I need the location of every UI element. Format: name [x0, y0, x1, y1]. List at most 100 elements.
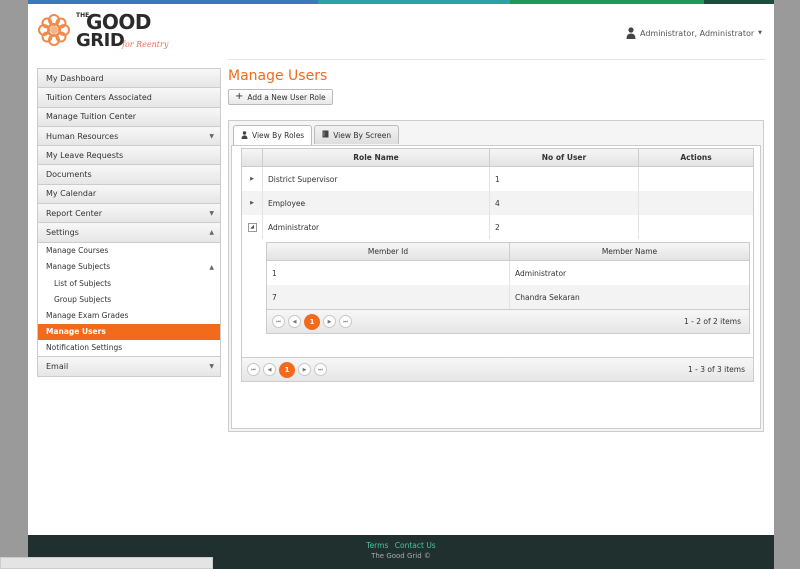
member-id-cell: 1 — [272, 268, 277, 278]
caret-up-icon: ▲ — [209, 263, 214, 271]
terms-link[interactable]: Terms — [366, 541, 388, 550]
header-divider — [228, 59, 766, 60]
sidebar-item-label: Tuition Centers Associated — [46, 92, 152, 102]
user-icon — [626, 27, 636, 39]
sidebar-item-label: My Leave Requests — [46, 150, 124, 160]
column-header-member-name[interactable]: Member Name — [509, 243, 749, 260]
column-header-no-of-user[interactable]: No of User — [489, 149, 638, 166]
user-count-cell: 4 — [489, 191, 638, 215]
pager-info: 1 - 3 of 3 items — [687, 365, 745, 374]
table-row[interactable]: ▶ District Supervisor 1 — [242, 167, 753, 191]
sidebar-item-label: Manage Courses — [46, 246, 109, 256]
actions-cell — [638, 167, 753, 191]
sidebar-item-label: Manage Users — [46, 327, 106, 337]
sidebar-item-label: My Dashboard — [46, 73, 104, 83]
sidebar-item-label: Documents — [46, 170, 92, 180]
sidebar-item-label: List of Subjects — [54, 278, 112, 288]
user-count-cell: 2 — [489, 215, 638, 239]
members-grid-header: Member Id Member Name — [267, 243, 749, 261]
actions-cell — [638, 191, 753, 215]
next-page-icon[interactable]: ▶ — [298, 363, 311, 376]
current-page-button[interactable]: 1 — [279, 361, 295, 378]
sidebar-item-notification-settings[interactable]: Notification Settings — [38, 340, 220, 356]
caret-down-icon: ▼ — [209, 210, 214, 218]
sidebar-item-leave-requests[interactable]: My Leave Requests — [38, 146, 220, 166]
plus-icon: + — [235, 91, 244, 102]
column-header-actions: Actions — [638, 149, 753, 166]
flower-logo-icon — [38, 14, 70, 46]
column-header-member-id[interactable]: Member Id — [267, 243, 509, 260]
members-grid: Member Id Member Name 1 Administrator 7 … — [266, 242, 750, 334]
caret-down-icon: ▼ — [209, 362, 214, 370]
prev-page-icon[interactable]: ◀ — [288, 315, 301, 328]
sidebar-item-label: Settings — [46, 228, 79, 238]
table-row[interactable]: 1 Administrator — [267, 261, 749, 285]
header: THE GOOD GRID for Reentry Administrator,… — [28, 4, 774, 60]
last-page-icon[interactable]: ⏭ — [339, 315, 352, 328]
page-title: Manage Users — [228, 68, 328, 84]
member-name-cell: Chandra Sekaran — [509, 285, 749, 309]
sidebar-item-documents[interactable]: Documents — [38, 165, 220, 185]
sidebar-item-list-of-subjects[interactable]: List of Subjects — [38, 275, 220, 291]
first-page-icon[interactable]: ⏮ — [247, 363, 260, 376]
next-page-icon[interactable]: ▶ — [323, 315, 336, 328]
sidebar-item-label: Manage Subjects — [46, 262, 111, 272]
logo-subtitle: for Reentry — [122, 40, 169, 49]
member-name-cell: Administrator — [509, 261, 749, 285]
sidebar-item-tuition-centers-associated[interactable]: Tuition Centers Associated — [38, 88, 220, 108]
roles-pager: ⏮ ◀ 1 ▶ ⏭ 1 - 3 of 3 items — [242, 357, 753, 381]
sidebar-item-label: Manage Exam Grades — [46, 311, 129, 321]
sidebar-item-report-center[interactable]: Report Center ▼ — [38, 204, 220, 224]
logo-the: THE — [76, 12, 90, 19]
settings-submenu: Manage Courses Manage Subjects ▲ List of … — [38, 242, 220, 357]
add-user-role-label: Add a New User Role — [247, 92, 326, 102]
sidebar-item-manage-courses[interactable]: Manage Courses — [38, 243, 220, 259]
logo-grid: GRID — [76, 30, 125, 51]
last-page-icon[interactable]: ⏭ — [314, 363, 327, 376]
table-row[interactable]: 7 Chandra Sekaran — [267, 285, 749, 309]
contact-us-link[interactable]: Contact Us — [395, 541, 436, 550]
sidebar-item-email[interactable]: Email ▼ — [38, 356, 220, 377]
expand-row-icon[interactable]: ▶ — [242, 167, 262, 191]
expand-row-icon[interactable]: ▶ — [242, 191, 262, 215]
expander-column-header — [242, 149, 262, 166]
sidebar-item-label: Email — [46, 362, 69, 372]
first-page-icon[interactable]: ⏮ — [272, 315, 285, 328]
tab-strip: View By Roles View By Screen — [233, 125, 400, 145]
actions-cell — [638, 215, 753, 239]
caret-up-icon: ▲ — [209, 229, 214, 237]
members-pager: ⏮ ◀ 1 ▶ ⏭ 1 - 2 of 2 items — [267, 309, 749, 333]
sidebar-item-label: Group Subjects — [54, 294, 112, 304]
sidebar-item-label: Notification Settings — [46, 343, 123, 353]
app-page: THE GOOD GRID for Reentry Administrator,… — [28, 0, 774, 569]
user-menu[interactable]: Administrator, Administrator ▼ — [626, 27, 762, 39]
sidebar-item-manage-subjects[interactable]: Manage Subjects ▲ — [38, 259, 220, 275]
sidebar-item-dashboard[interactable]: My Dashboard — [38, 69, 220, 89]
sidebar-item-manage-tuition-center[interactable]: Manage Tuition Center — [38, 107, 220, 127]
tab-label: View By Roles — [252, 131, 305, 140]
tab-label: View By Screen — [333, 130, 392, 140]
table-row[interactable]: ▶ Employee 4 — [242, 191, 753, 215]
logo[interactable]: THE GOOD GRID for Reentry — [36, 10, 176, 54]
sidebar-item-label: My Calendar — [46, 189, 97, 199]
sidebar: My Dashboard Tuition Centers Associated … — [37, 68, 221, 378]
tab-view-by-roles[interactable]: View By Roles — [233, 125, 313, 145]
current-page-button[interactable]: 1 — [304, 313, 320, 330]
sidebar-item-manage-exam-grades[interactable]: Manage Exam Grades — [38, 307, 220, 323]
add-user-role-button[interactable]: + Add a New User Role — [228, 89, 333, 105]
grid-header: Role Name No of User Actions — [242, 149, 753, 167]
sidebar-item-label: Manage Tuition Center — [46, 112, 137, 122]
collapse-row-icon[interactable]: ◢ — [242, 215, 262, 239]
tab-content: Role Name No of User Actions ▶ District … — [231, 145, 761, 429]
table-row[interactable]: ◢ Administrator 2 — [242, 215, 753, 239]
sidebar-item-settings[interactable]: Settings ▲ — [38, 223, 220, 243]
prev-page-icon[interactable]: ◀ — [263, 363, 276, 376]
tab-view-by-screen[interactable]: View By Screen — [314, 125, 400, 144]
column-header-role-name[interactable]: Role Name — [262, 149, 489, 166]
sidebar-item-human-resources[interactable]: Human Resources ▼ — [38, 126, 220, 147]
sidebar-item-manage-users[interactable]: Manage Users — [38, 323, 220, 340]
chevron-down-icon: ▼ — [758, 30, 762, 36]
sidebar-item-group-subjects[interactable]: Group Subjects — [38, 291, 220, 307]
sidebar-item-calendar[interactable]: My Calendar — [38, 184, 220, 205]
caret-down-icon: ▼ — [209, 132, 214, 140]
